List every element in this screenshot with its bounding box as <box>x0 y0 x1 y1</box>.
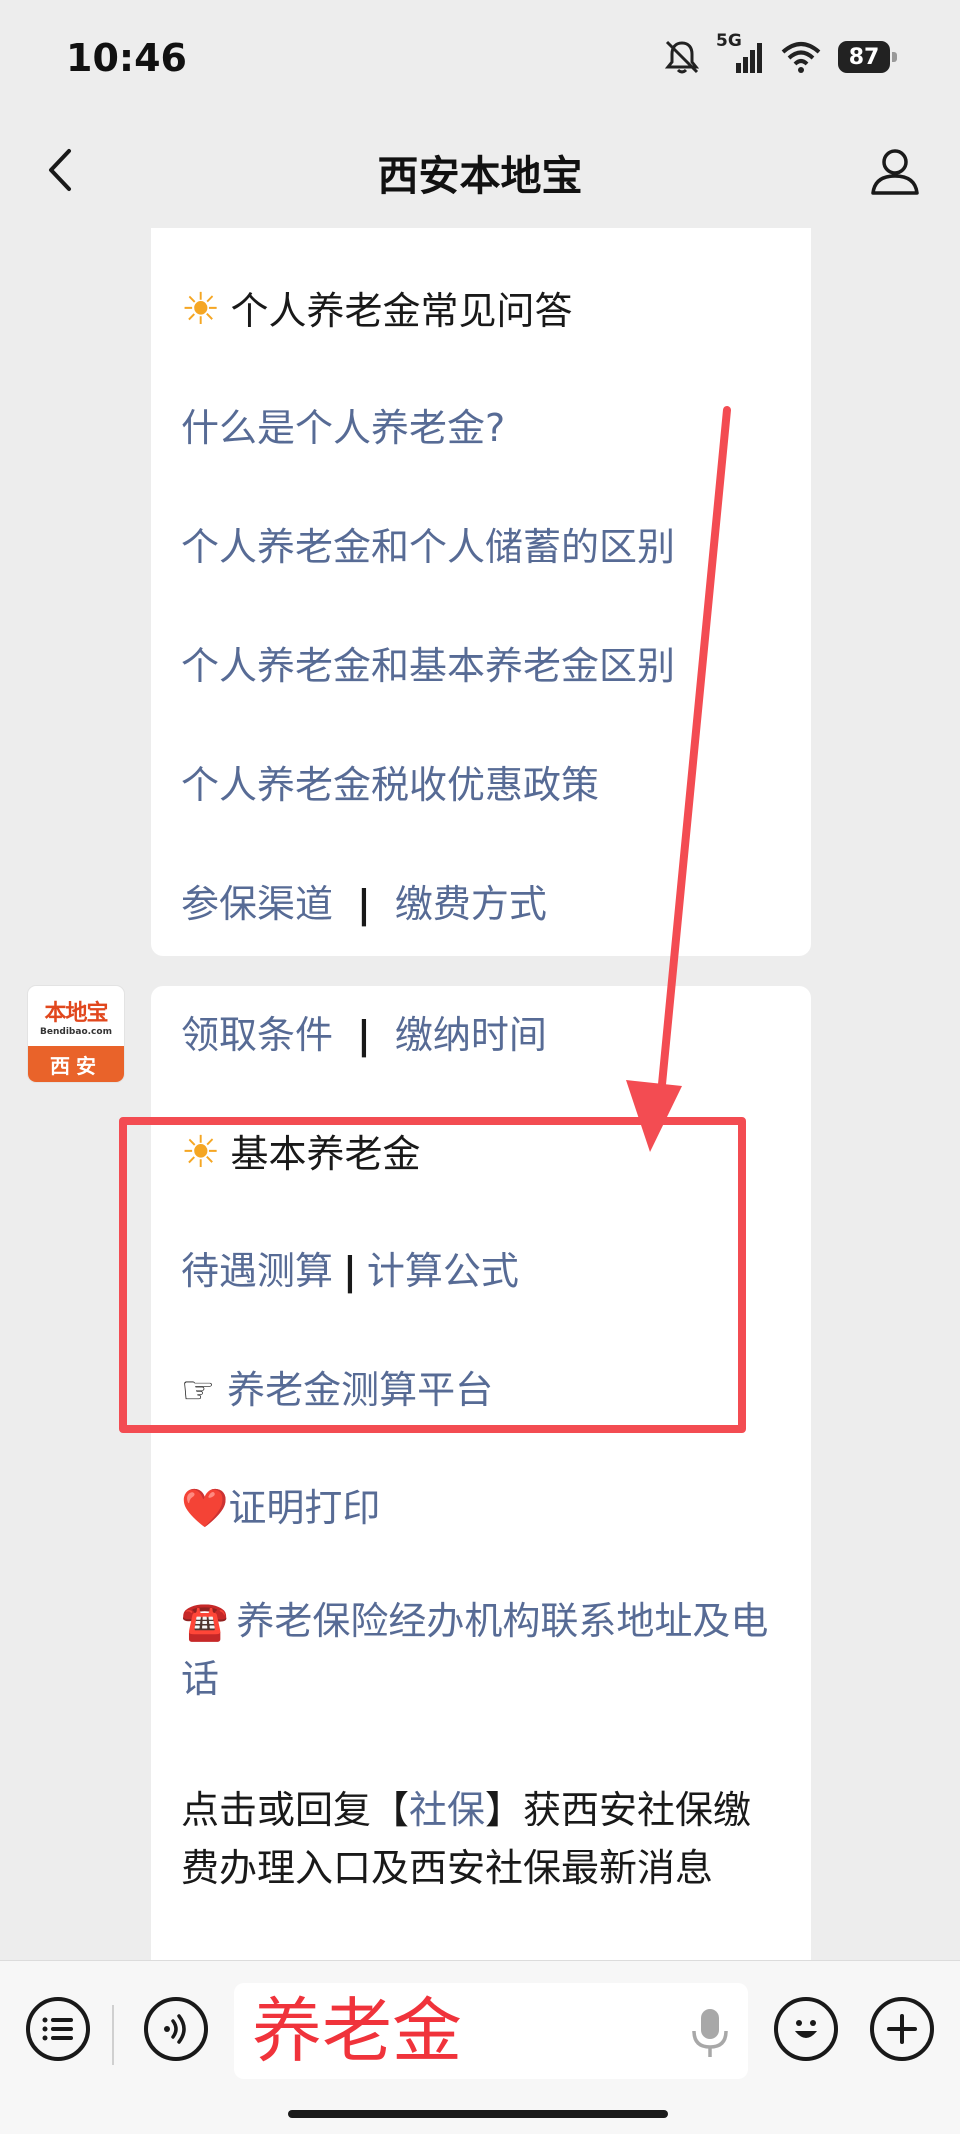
emoji-button[interactable] <box>774 1997 838 2061</box>
profile-button[interactable] <box>864 140 926 202</box>
avatar-city: 西安 <box>28 1046 124 1082</box>
nav-bar: 西安本地宝 <box>0 110 960 230</box>
avatar-logo: 本地宝 Bendibao.com <box>28 986 124 1046</box>
home-indicator <box>288 2110 668 2118</box>
contact-row: ☎️ 养老保险经办机构联系地址及电话 <box>181 1592 781 1708</box>
message-bubble-faq: ☀ 个人养老金常见问答 什么是个人养老金? 个人养老金和个人储蓄的区别 个人养老金… <box>151 228 811 956</box>
avatar-brand: 本地宝 <box>44 1001 108 1026</box>
signal-icon: 5G <box>716 31 764 77</box>
person-icon <box>871 149 919 195</box>
microphone-icon[interactable] <box>690 2007 730 2059</box>
mute-icon <box>664 40 700 74</box>
reply-hint-prefix: 点击或回复【 <box>181 1788 410 1832</box>
agency-contact-link[interactable]: 养老保险经办机构联系地址及电话 <box>181 1599 768 1701</box>
status-icons: 5G 87 <box>662 31 897 82</box>
social-security-keyword-link[interactable]: 社保 <box>409 1788 485 1832</box>
voice-wave-icon <box>164 2014 186 2044</box>
sun-icon: ☀ <box>181 284 221 335</box>
smiley-icon <box>795 2020 817 2038</box>
faq-heading: ☀ 个人养老金常见问答 <box>181 285 572 336</box>
status-time: 10:46 <box>66 36 187 80</box>
faq-link-4[interactable]: 个人养老金税收优惠政策 <box>181 760 599 810</box>
menu-button[interactable] <box>26 1997 90 2061</box>
separator: | <box>357 1013 371 1057</box>
certificate-print-link[interactable]: 证明打印 <box>228 1486 380 1530</box>
list-icon <box>42 2017 73 2041</box>
avatar[interactable]: 本地宝 Bendibao.com 西安 <box>28 986 124 1082</box>
faq-link-row: 参保渠道 | 缴费方式 <box>181 879 547 929</box>
message-input-value: 养老金 <box>252 1990 462 2072</box>
phone-icon: ☎️ <box>181 1599 229 1643</box>
enroll-channel-link[interactable]: 参保渠道 <box>181 882 333 926</box>
battery-level: 87 <box>848 44 880 70</box>
status-bar: 10:46 5G 87 <box>0 0 960 110</box>
battery-icon: 87 <box>838 41 897 73</box>
faq-link-3[interactable]: 个人养老金和基本养老金区别 <box>181 641 675 691</box>
message-input[interactable]: 养老金 <box>234 1983 748 2079</box>
wifi-icon <box>781 42 821 73</box>
divider <box>112 2005 114 2065</box>
separator: | <box>357 882 371 926</box>
payment-time-link[interactable]: 缴纳时间 <box>395 1013 547 1057</box>
heart-icon: ❤️ <box>181 1486 229 1530</box>
faq-link-2[interactable]: 个人养老金和个人储蓄的区别 <box>181 522 675 572</box>
faq-link-1[interactable]: 什么是个人养老金? <box>181 403 505 453</box>
avatar-brand-sub: Bendibao.com <box>40 1027 112 1037</box>
plus-icon <box>887 2014 917 2044</box>
faq-heading-text: 个人养老金常见问答 <box>230 289 573 333</box>
input-bar: 养老金 <box>0 1960 960 2134</box>
payment-method-link[interactable]: 缴费方式 <box>395 882 547 926</box>
page-title: 西安本地宝 <box>377 152 583 200</box>
reply-hint: 点击或回复【社保】获西安社保缴费办理入口及西安社保最新消息 <box>181 1781 781 1897</box>
voice-button[interactable] <box>144 1997 208 2061</box>
certificate-row: ❤️证明打印 <box>181 1483 380 1533</box>
more-button[interactable] <box>870 1997 934 2061</box>
highlight-box <box>119 1117 746 1433</box>
claim-condition-link[interactable]: 领取条件 <box>181 1013 333 1057</box>
claim-link-row: 领取条件 | 缴纳时间 <box>181 1010 547 1060</box>
